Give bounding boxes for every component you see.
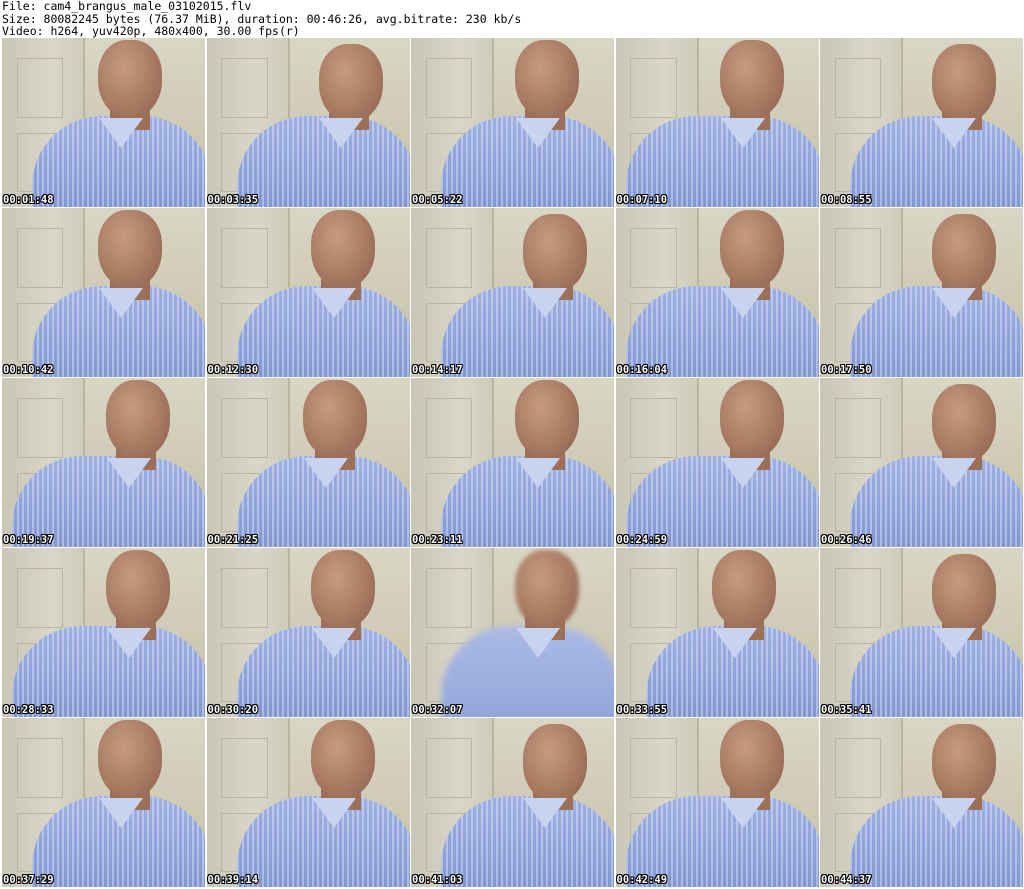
video-frame-thumbnail: 00:44:37 [820, 718, 1023, 887]
frame-timestamp: 00:32:07 [412, 704, 463, 716]
frame-timestamp: 00:24:59 [616, 534, 668, 546]
frame-timestamp: 00:19:37 [3, 534, 54, 546]
frame-timestamp: 00:30:20 [207, 704, 259, 716]
frame-timestamp: 00:17:50 [821, 364, 872, 376]
video-frame-thumbnail: 00:12:30 [206, 208, 410, 377]
frame-timestamp: 00:35:41 [821, 704, 872, 716]
video-frame-thumbnail: 00:19:37 [2, 378, 205, 547]
frame-timestamp: 00:12:30 [207, 364, 259, 376]
file-name-line: File: cam4_brangus_male_03102015.flv [2, 0, 252, 13]
video-frame-thumbnail: 00:30:20 [206, 548, 410, 717]
frame-timestamp: 00:03:35 [207, 194, 259, 206]
video-frame-thumbnail: 00:32:07 [411, 548, 614, 717]
video-frame-thumbnail: 00:07:10 [615, 38, 819, 207]
frame-timestamp: 00:41:03 [412, 874, 463, 886]
video-frame-thumbnail: 00:16:04 [615, 208, 819, 377]
file-info-header: File: cam4_brangus_male_03102015.flv Siz… [0, 0, 1024, 38]
frame-timestamp: 00:23:11 [412, 534, 463, 546]
video-frame-thumbnail: 00:17:50 [820, 208, 1023, 377]
frame-timestamp: 00:26:46 [821, 534, 872, 546]
video-frame-thumbnail: 00:05:22 [411, 38, 614, 207]
video-frame-thumbnail: 00:33:55 [615, 548, 819, 717]
frame-timestamp: 00:37:29 [3, 874, 54, 886]
video-frame-thumbnail: 00:42:49 [615, 718, 819, 887]
frame-timestamp: 00:21:25 [207, 534, 259, 546]
thumbnail-grid: 00:01:48 00:03:35 00:05:22 00:07:10 00:0… [2, 38, 1023, 888]
video-frame-thumbnail: 00:21:25 [206, 378, 410, 547]
video-frame-thumbnail: 00:23:11 [411, 378, 614, 547]
video-frame-thumbnail: 00:35:41 [820, 548, 1023, 717]
frame-timestamp: 00:39:14 [207, 874, 259, 886]
frame-timestamp: 00:10:42 [3, 364, 54, 376]
video-info-line: Video: h264, yuv420p, 480x400, 30.00 fps… [2, 24, 300, 38]
frame-timestamp: 00:28:33 [3, 704, 54, 716]
video-frame-thumbnail: 00:37:29 [2, 718, 205, 887]
video-frame-thumbnail: 00:28:33 [2, 548, 205, 717]
video-frame-thumbnail: 00:08:55 [820, 38, 1023, 207]
video-frame-thumbnail: 00:01:48 [2, 38, 205, 207]
video-frame-thumbnail: 00:03:35 [206, 38, 410, 207]
frame-timestamp: 00:33:55 [616, 704, 668, 716]
frame-timestamp: 00:14:17 [412, 364, 463, 376]
frame-timestamp: 00:42:49 [616, 874, 668, 886]
video-frame-thumbnail: 00:39:14 [206, 718, 410, 887]
frame-timestamp: 00:01:48 [3, 194, 54, 206]
frame-timestamp: 00:16:04 [616, 364, 668, 376]
video-frame-thumbnail: 00:26:46 [820, 378, 1023, 547]
video-frame-thumbnail: 00:14:17 [411, 208, 614, 377]
frame-timestamp: 00:07:10 [616, 194, 668, 206]
frame-timestamp: 00:08:55 [821, 194, 872, 206]
frame-timestamp: 00:05:22 [412, 194, 463, 206]
frame-timestamp: 00:44:37 [821, 874, 872, 886]
video-frame-thumbnail: 00:10:42 [2, 208, 205, 377]
video-frame-thumbnail: 00:41:03 [411, 718, 614, 887]
video-frame-thumbnail: 00:24:59 [615, 378, 819, 547]
